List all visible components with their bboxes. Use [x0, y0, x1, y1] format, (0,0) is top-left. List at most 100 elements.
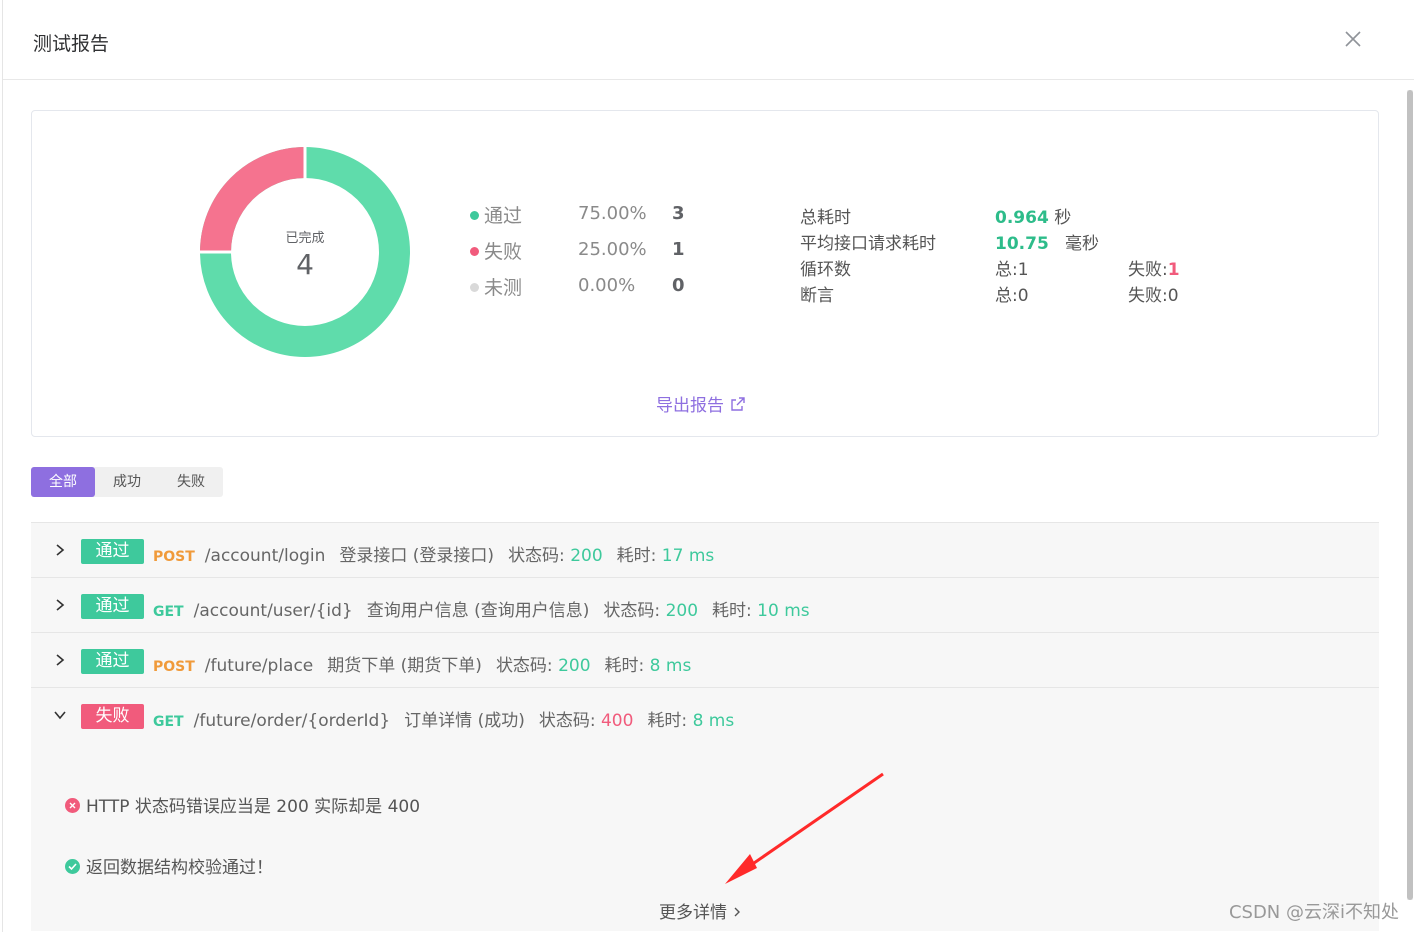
assertion-ok: 返回数据结构校验通过！ — [65, 853, 273, 878]
assertion-error: HTTP 状态码错误应当是 200 实际却是 400 — [65, 792, 420, 817]
assert-fail: 失败:0 — [1128, 286, 1179, 306]
check-icon — [65, 859, 80, 874]
status-badge: 失败 — [81, 704, 144, 729]
result-line: GET/future/order/{orderId} 订单详情 (成功) 状态码: … — [153, 706, 734, 731]
status-code: 200 — [558, 656, 591, 676]
api-path: /account/login — [204, 546, 326, 566]
legend-name: 通过 — [484, 205, 523, 227]
dialog-header: 测试报告 — [3, 0, 1414, 80]
more-details-link[interactable]: 更多详情 — [659, 898, 742, 923]
time-value: 10 ms — [757, 601, 810, 621]
stat-assert: 断言 总:0 失败:0 — [800, 281, 1220, 307]
http-method: POST — [153, 549, 195, 565]
result-row-expanded[interactable]: 失败 GET/future/order/{orderId} 订单详情 (成功) 状态… — [31, 687, 1379, 742]
stat-label: 循环数 — [800, 260, 851, 280]
time-value: 17 ms — [661, 546, 715, 566]
result-row[interactable]: 通过 POST/account/login 登录接口 (登录接口) 状态码: 200… — [31, 522, 1379, 577]
filter-success-tab[interactable]: 成功 — [95, 467, 159, 497]
scrollbar-thumb[interactable] — [1407, 90, 1413, 900]
result-line: POST/future/place 期货下单 (期货下单) 状态码: 200 耗时: … — [153, 651, 691, 676]
api-path: /account/user/{id} — [193, 601, 353, 621]
time-label: 耗时: — [647, 711, 688, 731]
api-path: /future/order/{orderId} — [193, 711, 391, 731]
close-icon[interactable] — [1340, 26, 1366, 52]
filter-all-tab[interactable]: 全部 — [31, 467, 95, 497]
chevron-down-icon[interactable] — [53, 708, 67, 722]
scrollbar[interactable] — [1407, 90, 1413, 900]
fail-dot-icon — [470, 247, 479, 256]
more-details-label: 更多详情 — [659, 903, 727, 923]
chevron-right-icon[interactable] — [53, 653, 67, 667]
dialog-title: 测试报告 — [33, 33, 110, 55]
chevron-right-icon[interactable] — [53, 543, 67, 557]
donut-center: 已完成 4 — [198, 227, 412, 281]
api-path: /future/place — [204, 656, 314, 676]
filter-fail-tab[interactable]: 失败 — [159, 467, 223, 497]
stat-loop: 循环数 总:1 失败:1 — [800, 255, 1220, 281]
chevron-right-icon[interactable] — [53, 598, 67, 612]
http-method: POST — [153, 659, 195, 675]
stat-avg-time: 平均接口请求耗时 10.75 毫秒 — [800, 229, 1220, 255]
stat-value: 10.75 毫秒 — [995, 229, 1099, 254]
status-code: 200 — [665, 601, 699, 621]
http-method: GET — [153, 604, 184, 620]
legend-count: 1 — [672, 239, 685, 260]
http-method: GET — [153, 714, 184, 730]
watermark: CSDN @云深i不知处 — [1228, 902, 1399, 923]
legend-pct: 25.00% — [578, 239, 647, 260]
completed-count: 4 — [296, 248, 314, 281]
legend-pct: 75.00% — [578, 203, 647, 224]
result-detail: HTTP 状态码错误应当是 200 实际却是 400 返回数据结构校验通过！ 更… — [31, 742, 1379, 931]
pass-dot-icon — [470, 211, 479, 220]
result-line: GET/account/user/{id} 查询用户信息 (查询用户信息) 状态码:… — [153, 596, 810, 621]
status-badge: 通过 — [81, 539, 144, 564]
time-label: 耗时: — [616, 546, 657, 566]
result-row[interactable]: 通过 GET/account/user/{id} 查询用户信息 (查询用户信息) 状… — [31, 577, 1379, 632]
chevron-right-small-icon — [734, 907, 741, 917]
completed-label: 已完成 — [285, 231, 325, 246]
result-list: 通过 POST/account/login 登录接口 (登录接口) 状态码: 200… — [31, 522, 1379, 931]
loop-fail-value: 1 — [1167, 260, 1180, 280]
test-report-dialog: 测试报告 已完成 4 通过 75.00% 3 失败 25.00% 1 未测 0.… — [2, 0, 1414, 932]
result-line: POST/account/login 登录接口 (登录接口) 状态码: 200 耗时:… — [153, 541, 714, 566]
legend-fail: 失败 25.00% 1 — [468, 235, 708, 271]
export-report-link[interactable]: 导出报告 — [656, 391, 746, 416]
legend-name: 失败 — [484, 241, 523, 263]
legend-count: 3 — [672, 203, 685, 224]
total-time-unit: 秒 — [1054, 208, 1072, 228]
stat-label: 总耗时 — [800, 208, 851, 228]
api-name: 登录接口 (登录接口) — [339, 546, 495, 566]
error-message: HTTP 状态码错误应当是 200 实际却是 400 — [86, 797, 421, 817]
loop-fail: 失败:1 — [1128, 255, 1180, 280]
summary-panel: 已完成 4 通过 75.00% 3 失败 25.00% 1 未测 0.00% 0 — [31, 110, 1379, 437]
stats-block: 总耗时 0.964 秒 平均接口请求耗时 10.75 毫秒 循环数 总:1 失败… — [800, 203, 1220, 307]
assert-total: 总:0 — [995, 286, 1029, 306]
status-badge: 通过 — [81, 594, 144, 619]
status-code-label: 状态码: — [538, 711, 596, 731]
loop-total: 总:1 — [995, 260, 1029, 280]
legend-name: 未测 — [484, 277, 523, 299]
stat-label: 断言 — [800, 286, 834, 306]
api-name: 查询用户信息 (查询用户信息) — [366, 601, 590, 621]
status-code: 400 — [600, 711, 634, 731]
loop-fail-label: 失败: — [1128, 260, 1168, 280]
legend-untested: 未测 0.00% 0 — [468, 271, 708, 307]
legend-pct: 0.00% — [578, 275, 636, 296]
status-code-label: 状态码: — [603, 601, 661, 621]
external-link-icon — [731, 397, 745, 411]
avg-time-value: 10.75 — [995, 234, 1049, 254]
stat-total-time: 总耗时 0.964 秒 — [800, 203, 1220, 229]
stat-value: 0.964 秒 — [995, 203, 1071, 228]
status-code: 200 — [570, 546, 603, 566]
result-row[interactable]: 通过 POST/future/place 期货下单 (期货下单) 状态码: 200 耗… — [31, 632, 1379, 687]
status-code-label: 状态码: — [495, 656, 553, 676]
legend: 通过 75.00% 3 失败 25.00% 1 未测 0.00% 0 — [468, 199, 708, 307]
legend-pass: 通过 75.00% 3 — [468, 199, 708, 235]
status-badge: 通过 — [81, 649, 144, 674]
time-label: 耗时: — [712, 601, 752, 621]
stat-label: 平均接口请求耗时 — [800, 234, 936, 254]
api-name: 期货下单 (期货下单) — [327, 656, 482, 676]
time-value: 8 ms — [692, 711, 735, 731]
ok-message: 返回数据结构校验通过！ — [86, 858, 273, 878]
legend-count: 0 — [672, 275, 685, 296]
